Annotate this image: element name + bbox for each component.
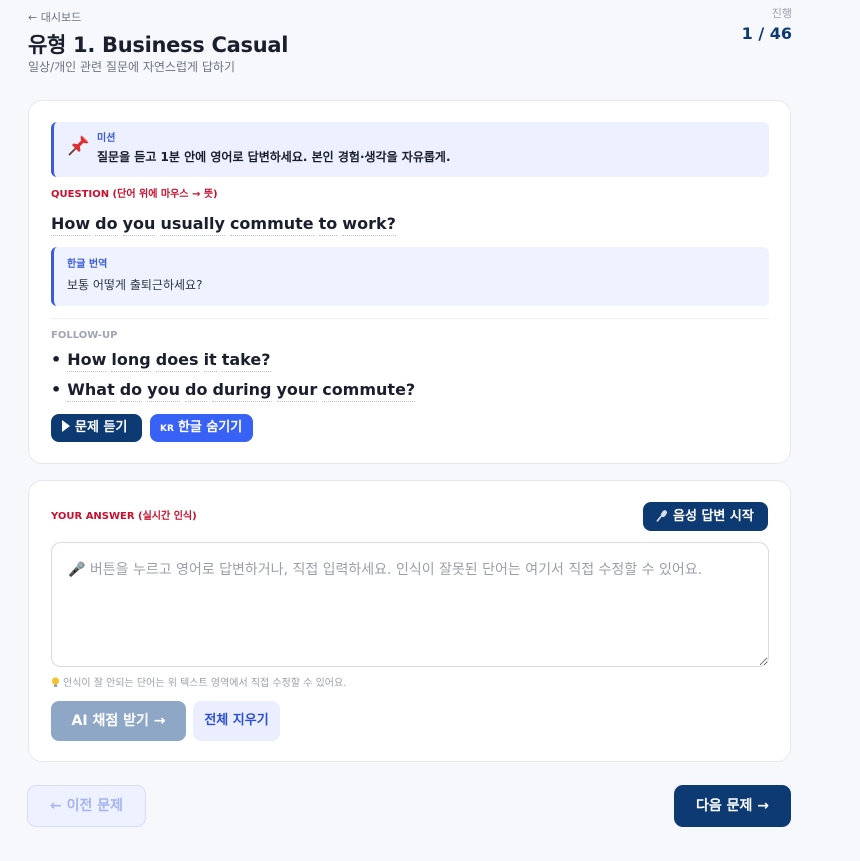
answer-textarea[interactable]: [51, 542, 769, 667]
previous-question-button[interactable]: ← 이전 문제: [27, 785, 146, 827]
followup-item: • How long does it take?: [51, 349, 276, 372]
followup-word[interactable]: during: [212, 379, 272, 402]
answer-hint: 인식이 잘 안되는 단어는 위 텍스트 영역에서 직접 수정할 수 있어요.: [51, 677, 346, 691]
start-voice-answer-label: 음성 답변 시작: [673, 509, 754, 524]
followup-word[interactable]: commute?: [322, 379, 416, 402]
start-voice-answer-button[interactable]: 음성 답변 시작: [643, 502, 768, 531]
ai-grade-button[interactable]: AI 채점 받기 →: [51, 701, 186, 741]
question-word[interactable]: to: [318, 213, 338, 236]
lightbulb-icon: [51, 677, 60, 687]
followup-word[interactable]: it: [203, 349, 217, 372]
followup-word[interactable]: take?: [221, 349, 271, 372]
bullet: •: [51, 350, 62, 369]
mission-label: 미션: [97, 133, 116, 144]
kr-badge-icon: KR: [160, 424, 174, 434]
page-header: ← 대시보드 유형 1. Business Casual 일상/개인 관련 질문…: [28, 7, 792, 80]
toggle-korean-button[interactable]: KR 한글 숨기기: [150, 414, 253, 442]
question-text: How do you usually commute to work?: [51, 213, 401, 236]
mission-box: 미션 질문을 듣고 1분 안에 영어로 답변하세요. 본인 경험·생각을 자유롭…: [51, 122, 769, 177]
pushpin-icon: [68, 135, 89, 156]
question-word[interactable]: you: [122, 213, 156, 236]
translation-label: 한글 번역: [67, 259, 108, 270]
divider: [51, 318, 769, 319]
question-label: QUESTION (단어 위에 마우스 → 뜻): [51, 189, 218, 200]
progress-value: 1 / 46: [741, 24, 792, 43]
followup-word[interactable]: does: [155, 349, 199, 372]
followup-word[interactable]: do: [184, 379, 208, 402]
question-card: 미션 질문을 듣고 1분 안에 영어로 답변하세요. 본인 경험·생각을 자유롭…: [28, 100, 791, 464]
followup-label: FOLLOW-UP: [51, 330, 118, 341]
answer-hint-text: 인식이 잘 안되는 단어는 위 텍스트 영역에서 직접 수정할 수 있어요.: [63, 678, 347, 689]
play-question-label: 문제 듣기: [75, 420, 128, 435]
translation-box: 한글 번역 보통 어떻게 출퇴근하세요?: [51, 247, 769, 306]
answer-label: YOUR ANSWER (실시간 인식): [51, 511, 197, 522]
followup-word[interactable]: What: [67, 379, 115, 402]
question-word[interactable]: work?: [342, 213, 396, 236]
next-question-button[interactable]: 다음 문제 →: [674, 785, 791, 827]
question-word[interactable]: How: [51, 213, 91, 236]
mission-text: 질문을 듣고 1분 안에 영어로 답변하세요. 본인 경험·생각을 자유롭게.: [97, 150, 451, 164]
question-word[interactable]: commute: [229, 213, 314, 236]
question-word[interactable]: do: [95, 213, 118, 236]
progress-label: 진행: [771, 7, 792, 20]
bullet: •: [51, 380, 62, 399]
toggle-korean-label: 한글 숨기기: [177, 420, 243, 435]
clear-all-button[interactable]: 전체 지우기: [193, 701, 280, 741]
answer-card: YOUR ANSWER (실시간 인식) 음성 답변 시작 인식이 잘 안되는 …: [28, 480, 791, 762]
followup-word[interactable]: long: [111, 349, 151, 372]
followup-word[interactable]: How: [67, 349, 107, 372]
progress-indicator: 진행 1 / 46: [742, 6, 792, 44]
followup-word[interactable]: you: [147, 379, 180, 402]
page-title: 유형 1. Business Casual: [28, 33, 289, 57]
followup-word[interactable]: your: [276, 379, 318, 402]
page-subtitle: 일상/개인 관련 질문에 자연스럽게 답하기: [28, 60, 235, 74]
followup-item: • What do you do during your commute?: [51, 379, 420, 402]
back-to-dashboard-link[interactable]: ← 대시보드: [28, 10, 792, 26]
translation-text: 보통 어떻게 출퇴근하세요?: [67, 278, 203, 292]
followup-word[interactable]: do: [119, 379, 143, 402]
microphone-icon: [656, 510, 668, 522]
play-icon: [62, 420, 70, 432]
play-question-button[interactable]: 문제 듣기: [51, 414, 142, 442]
question-word[interactable]: usually: [160, 213, 225, 236]
